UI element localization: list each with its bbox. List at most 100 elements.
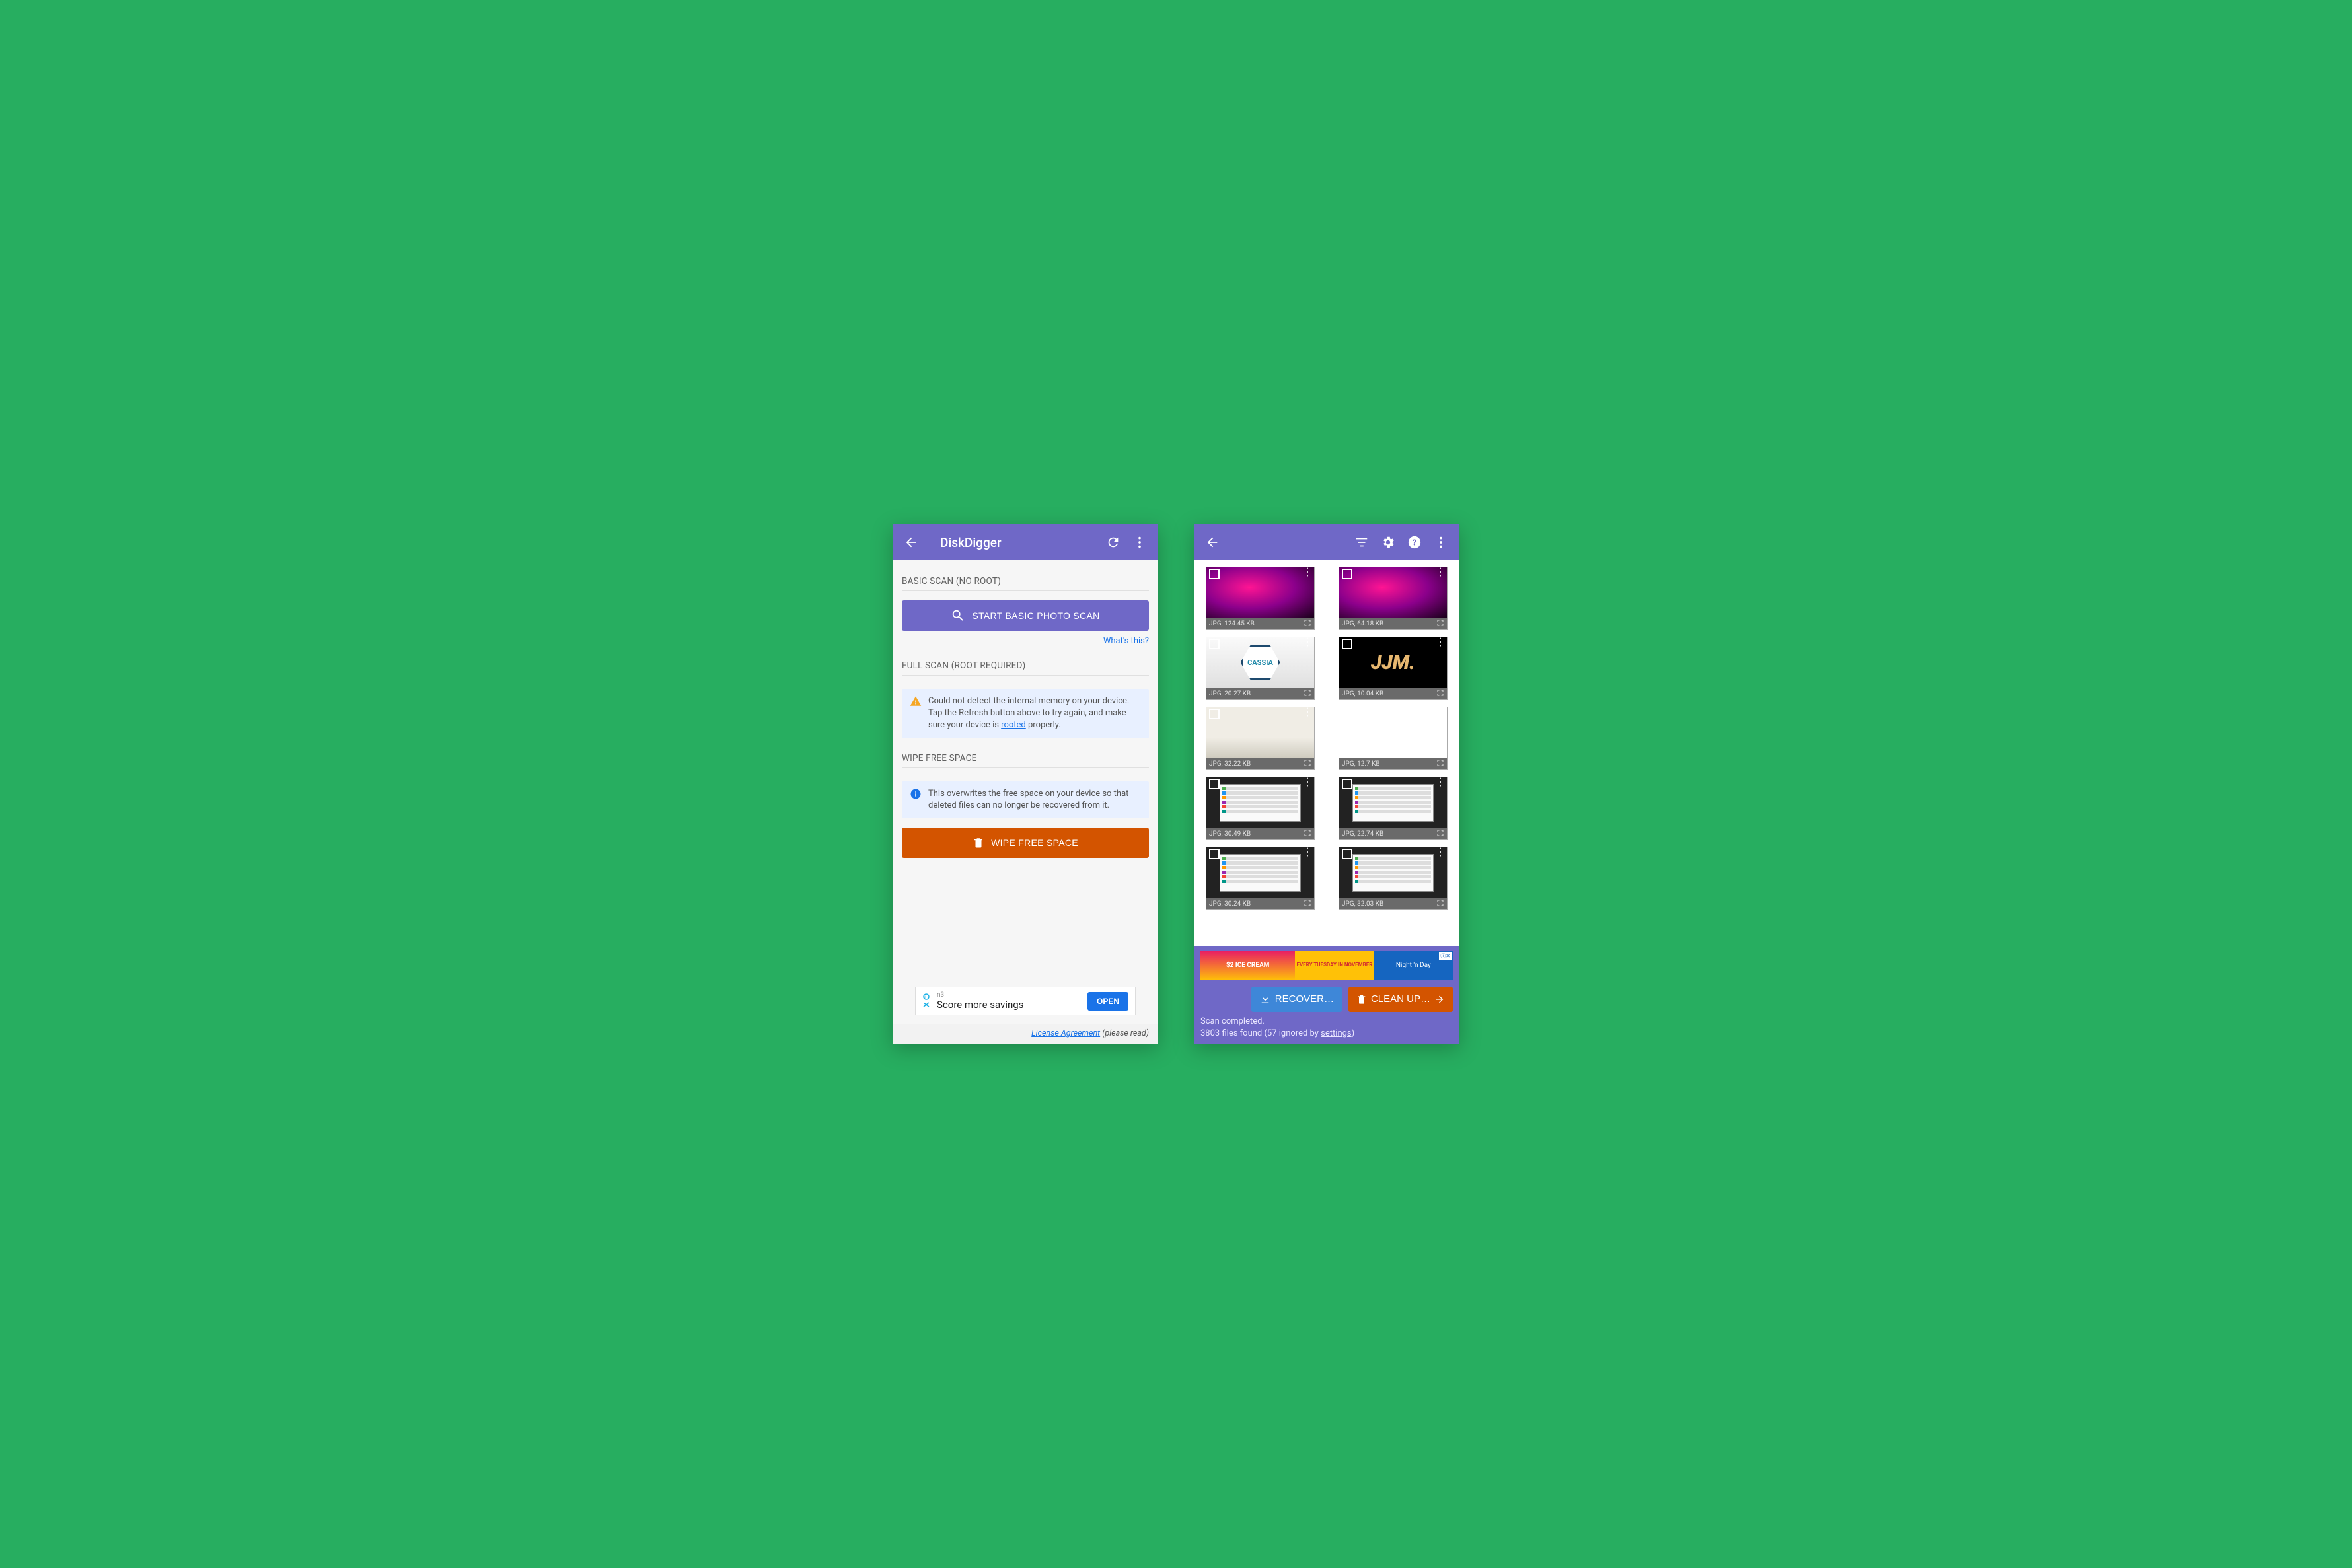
fullscreen-icon[interactable] [1304, 619, 1311, 629]
start-basic-scan-label: START BASIC PHOTO SCAN [972, 610, 1099, 621]
thumbnail-checkbox[interactable] [1342, 569, 1352, 579]
warning-icon [910, 695, 922, 707]
gear-icon [1381, 535, 1395, 550]
action-row: RECOVER… CLEAN UP… [1200, 987, 1453, 1012]
license-link[interactable]: License Agreement [1031, 1028, 1100, 1038]
filter-icon [1354, 535, 1369, 550]
full-scan-label: FULL SCAN (ROOT REQUIRED) [902, 660, 1149, 671]
thumbnail-more-icon[interactable]: ⋮ [1435, 569, 1444, 579]
thumbnail-more-icon[interactable]: ⋮ [1302, 849, 1311, 859]
start-basic-scan-button[interactable]: START BASIC PHOTO SCAN [902, 600, 1149, 631]
wipe-info-alert: This overwrites the free space on your d… [902, 781, 1149, 818]
ad-banner[interactable]: i n3 Score more savings OPEN [915, 987, 1136, 1015]
refresh-icon [1106, 535, 1121, 550]
download-icon [1259, 993, 1271, 1005]
thumbnail-checkbox[interactable] [1209, 709, 1220, 719]
appbar: ? [1194, 524, 1459, 560]
back-button[interactable] [898, 529, 924, 555]
thumbnail-checkbox[interactable] [1209, 569, 1220, 579]
arrow-back-icon [904, 535, 918, 550]
thumbnail-more-icon[interactable]: ⋮ [1435, 849, 1444, 859]
ad-close-button[interactable]: i [922, 992, 933, 1011]
result-thumbnail[interactable]: ⋮ JPG, 32.22 KB [1206, 707, 1315, 770]
result-thumbnail[interactable]: ⋮JPG, 124.45 KB [1206, 567, 1315, 630]
more-vert-icon [1132, 535, 1147, 550]
thumbnail-checkbox[interactable] [1209, 779, 1220, 789]
svg-text:i: i [924, 994, 926, 1000]
result-thumbnail[interactable]: ⋮ JPG, 22.74 KB [1339, 777, 1448, 840]
arrow-right-icon [1434, 994, 1445, 1005]
divider [902, 767, 1149, 768]
fullscreen-icon[interactable] [1304, 899, 1311, 909]
thumbnail-checkbox[interactable] [1342, 639, 1352, 649]
fullscreen-icon[interactable] [1436, 899, 1444, 909]
screen-main: DiskDigger BASIC SCAN (NO ROOT) START BA… [893, 524, 1158, 1044]
thumbnail-caption: JPG, 30.24 KB [1209, 900, 1251, 908]
back-button[interactable] [1199, 529, 1226, 555]
rooted-link[interactable]: rooted [1001, 720, 1026, 730]
result-thumbnail[interactable]: ⋮ JPG, 30.24 KB [1206, 847, 1315, 910]
info-icon [910, 788, 922, 800]
result-thumbnail[interactable]: JJM.⋮JPG, 10.04 KB [1339, 637, 1448, 700]
trash-icon [1356, 994, 1367, 1005]
divider [902, 590, 1149, 591]
arrow-back-icon [1205, 535, 1220, 550]
thumbnail-checkbox[interactable] [1209, 639, 1220, 649]
thumbnail-caption: JPG, 32.22 KB [1209, 760, 1251, 767]
fullscreen-icon[interactable] [1436, 759, 1444, 769]
fullscreen-icon[interactable] [1436, 689, 1444, 699]
wipe-label: WIPE FREE SPACE [902, 753, 1149, 764]
ad-open-button[interactable]: OPEN [1087, 992, 1128, 1011]
thumbnail-checkbox[interactable] [1342, 709, 1352, 719]
settings-button[interactable] [1375, 529, 1401, 555]
wipe-free-space-button[interactable]: WIPE FREE SPACE [902, 828, 1149, 858]
app-title: DiskDigger [940, 535, 1100, 550]
thumbnail-more-icon[interactable]: ⋮ [1302, 639, 1311, 649]
thumbnail-caption: JPG, 12.7 KB [1342, 760, 1380, 767]
screen-results: ? ⋮JPG, 124.45 KB⋮JPG, 64.18 KBCASSIA⋮JP… [1194, 524, 1459, 1044]
whats-this-link[interactable]: What's this? [902, 636, 1149, 646]
fullscreen-icon[interactable] [1304, 689, 1311, 699]
result-thumbnail[interactable]: ⋮JPG, 64.18 KB [1339, 567, 1448, 630]
root-warning-alert: Could not detect the internal memory on … [902, 689, 1149, 738]
license-line: License Agreement (please read) [893, 1024, 1158, 1044]
overflow-button[interactable] [1126, 529, 1153, 555]
status-text: Scan completed. 3803 files found (57 ign… [1200, 1016, 1453, 1040]
thumbnail-checkbox[interactable] [1342, 849, 1352, 859]
ad-banner[interactable]: $2 ICE CREAM EVERY TUESDAY IN NOVEMBER N… [1200, 951, 1453, 980]
filter-button[interactable] [1348, 529, 1375, 555]
divider [902, 675, 1149, 676]
more-vert-icon [1434, 535, 1448, 550]
thumbnail-caption: JPG, 22.74 KB [1342, 830, 1383, 837]
fullscreen-icon[interactable] [1436, 829, 1444, 839]
thumbnail-more-icon[interactable]: ⋮ [1302, 779, 1311, 789]
result-thumbnail[interactable]: ⋮JPG, 32.03 KB [1339, 847, 1448, 910]
thumbnail-more-icon[interactable]: ⋮ [1435, 639, 1444, 649]
ad-close-icon[interactable]: ⓘ✕ [1439, 952, 1452, 960]
thumbnail-caption: JPG, 20.27 KB [1209, 690, 1251, 697]
thumbnail-more-icon[interactable]: ⋮ [1302, 709, 1311, 719]
appbar: DiskDigger [893, 524, 1158, 560]
thumbnail-more-icon[interactable]: ⋮ [1435, 779, 1444, 789]
overflow-button[interactable] [1428, 529, 1454, 555]
recover-button[interactable]: RECOVER… [1251, 987, 1342, 1012]
ad-seg2: EVERY TUESDAY IN NOVEMBER [1295, 951, 1374, 980]
refresh-button[interactable] [1100, 529, 1126, 555]
root-warning-text: Could not detect the internal memory on … [928, 695, 1141, 732]
fullscreen-icon[interactable] [1304, 759, 1311, 769]
result-thumbnail[interactable]: ⋮JPG, 30.49 KB [1206, 777, 1315, 840]
trash-icon [973, 837, 984, 849]
fullscreen-icon[interactable] [1436, 619, 1444, 629]
fullscreen-icon[interactable] [1304, 829, 1311, 839]
cleanup-button[interactable]: CLEAN UP… [1348, 987, 1453, 1012]
help-button[interactable]: ? [1401, 529, 1428, 555]
thumbnail-checkbox[interactable] [1209, 849, 1220, 859]
result-thumbnail[interactable]: ⋮ JPG, 12.7 KB [1339, 707, 1448, 770]
thumbnail-checkbox[interactable] [1342, 779, 1352, 789]
thumbnail-more-icon[interactable]: ⋮ [1302, 569, 1311, 579]
ad-text: n3 Score more savings [937, 991, 1084, 1011]
results-grid[interactable]: ⋮JPG, 124.45 KB⋮JPG, 64.18 KBCASSIA⋮JPG,… [1194, 560, 1459, 946]
settings-link[interactable]: settings [1321, 1028, 1351, 1038]
thumbnail-more-icon[interactable]: ⋮ [1435, 709, 1444, 719]
result-thumbnail[interactable]: CASSIA⋮JPG, 20.27 KB [1206, 637, 1315, 700]
